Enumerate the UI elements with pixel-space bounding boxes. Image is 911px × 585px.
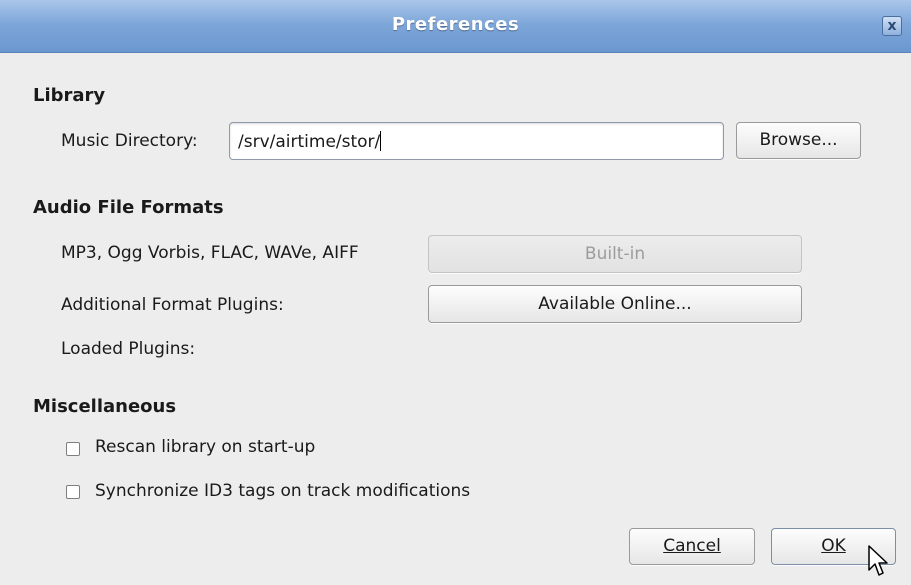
browse-button[interactable]: Browse... (736, 122, 861, 159)
available-online-button[interactable]: Available Online... (428, 285, 802, 323)
music-directory-input[interactable]: /srv/airtime/stor/ (229, 122, 724, 160)
ok-button-label: OK (821, 536, 846, 556)
library-heading: Library (33, 85, 106, 106)
mouse-pointer-icon (868, 545, 888, 576)
close-icon[interactable]: x (882, 16, 902, 36)
cancel-button-label: Cancel (663, 536, 721, 556)
miscellaneous-heading: Miscellaneous (33, 396, 177, 417)
sync-id3-checkbox[interactable] (66, 485, 80, 499)
music-directory-label: Music Directory: (61, 131, 198, 151)
format-plugins-label: Additional Format Plugins: (61, 295, 284, 315)
built-in-button: Built-in (428, 235, 802, 273)
cancel-button[interactable]: Cancel (629, 528, 755, 565)
audio-formats-heading: Audio File Formats (33, 197, 224, 218)
rescan-label[interactable]: Rescan library on start-up (95, 437, 315, 457)
rescan-checkbox[interactable] (66, 442, 80, 456)
sync-id3-label[interactable]: Synchronize ID3 tags on track modificati… (95, 481, 470, 501)
window-title: Preferences (391, 14, 520, 35)
text-caret (380, 131, 382, 151)
title-bar[interactable]: Preferences x (0, 0, 911, 53)
loaded-plugins-label: Loaded Plugins: (61, 339, 196, 359)
supported-formats-label: MP3, Ogg Vorbis, FLAC, WAVe, AIFF (61, 243, 359, 263)
music-directory-value: /srv/airtime/stor/ (238, 132, 381, 152)
